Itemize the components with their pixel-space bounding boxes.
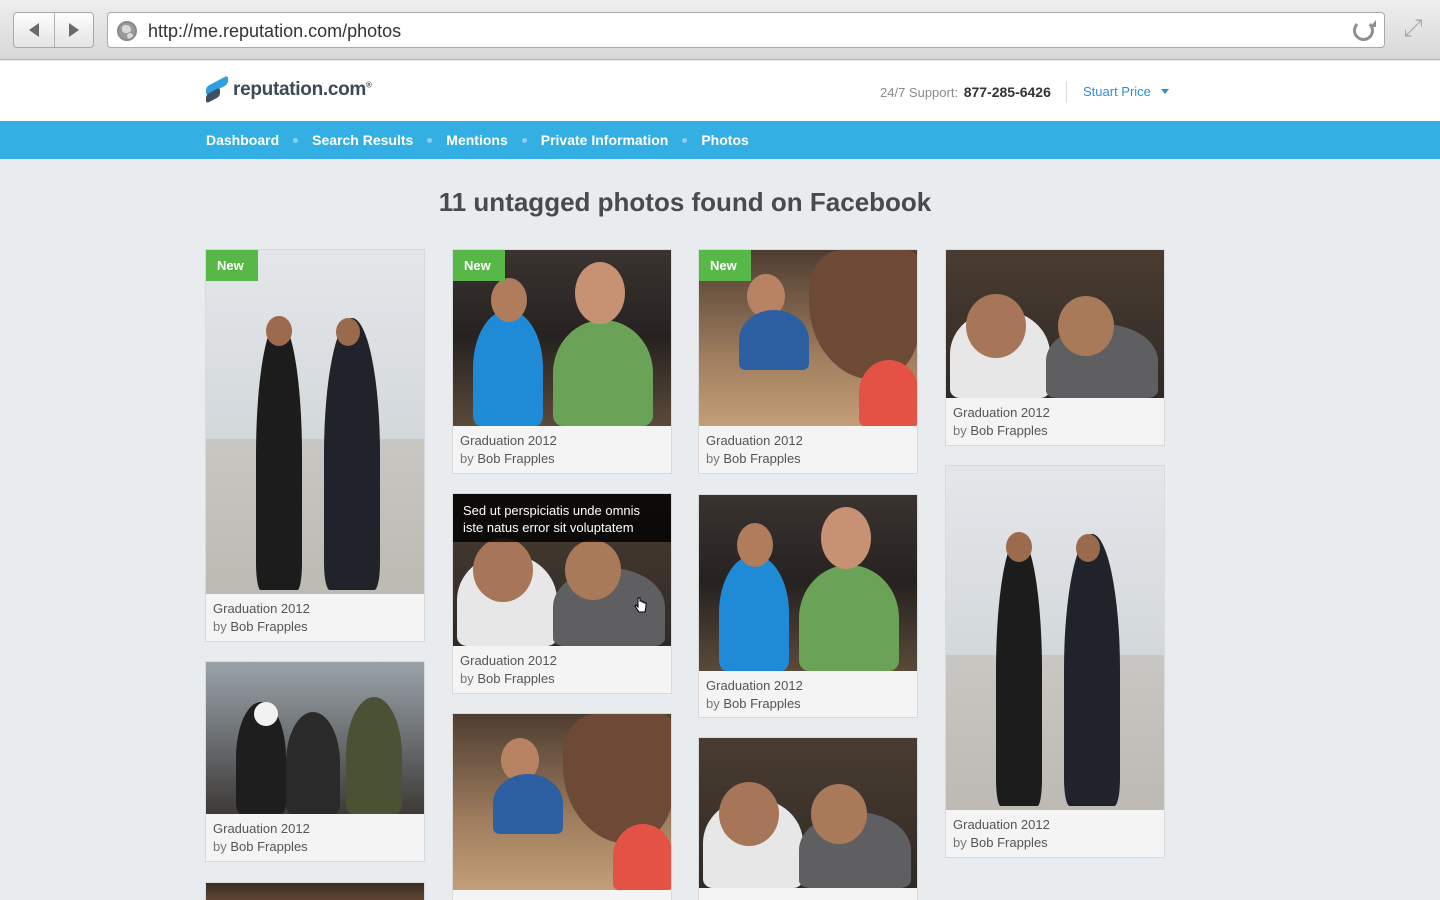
- nav-search-results[interactable]: Search Results: [312, 132, 413, 148]
- photo-author: by Bob Frapples: [953, 835, 1048, 850]
- new-badge: New: [699, 250, 751, 281]
- photo-author: by Bob Frapples: [460, 671, 555, 686]
- photo-title[interactable]: Graduation 2012: [706, 677, 803, 695]
- nav-separator: [427, 137, 433, 143]
- photo-card[interactable]: [452, 713, 672, 900]
- photo-caption: Graduation 2012 by Bob Frapples: [213, 600, 310, 636]
- user-name[interactable]: Stuart Price: [1083, 84, 1151, 99]
- new-badge: New: [453, 250, 505, 281]
- caret-down-icon[interactable]: [1160, 89, 1169, 94]
- header-divider: [1066, 81, 1067, 103]
- photo-card[interactable]: [205, 882, 425, 900]
- nav-separator: [682, 137, 688, 143]
- fullscreen-icon[interactable]: ⤢: [1400, 16, 1426, 42]
- photo-card[interactable]: New Graduation 2012 by Bob Frapples: [452, 249, 672, 474]
- photo-image[interactable]: [946, 250, 1164, 398]
- photo-card[interactable]: Graduation 2012 by Bob Frapples: [698, 494, 918, 718]
- photo-title[interactable]: Graduation 2012: [953, 816, 1050, 834]
- photo-card[interactable]: Sed ut perspiciatis unde omnis iste natu…: [452, 493, 672, 694]
- history-buttons: [13, 12, 94, 48]
- support-info: 24/7 Support: 877-285-6426: [880, 84, 1051, 100]
- photo-caption: Graduation 2012 by Bob Frapples: [953, 816, 1050, 852]
- photo-caption: Graduation 2012 by Bob Frapples: [460, 652, 557, 688]
- photo-image[interactable]: [206, 250, 424, 594]
- photo-caption: Graduation 2012 by Bob Frapples: [706, 432, 803, 468]
- photo-card[interactable]: Graduation 2012 by Bob Frapples: [945, 249, 1165, 446]
- photo-author: by Bob Frapples: [706, 451, 801, 466]
- forward-arrow-icon: [68, 23, 79, 37]
- logo-mark-icon: [205, 75, 229, 104]
- photo-image[interactable]: [946, 466, 1164, 810]
- photo-card[interactable]: Graduation 2012 by Bob Frapples: [945, 465, 1165, 858]
- nav-dashboard[interactable]: Dashboard: [206, 132, 279, 148]
- photo-hover-overlay: Sed ut perspiciatis unde omnis iste natu…: [453, 494, 671, 542]
- photo-caption: Graduation 2012 by Bob Frapples: [213, 820, 310, 856]
- back-button[interactable]: [14, 13, 54, 47]
- photo-image[interactable]: [699, 738, 917, 888]
- nav-private-information[interactable]: Private Information: [541, 132, 669, 148]
- main-nav: Dashboard Search Results Mentions Privat…: [0, 121, 1440, 159]
- photo-image[interactable]: [206, 662, 424, 814]
- browser-toolbar: http://me.reputation.com/photos ⤢: [0, 0, 1440, 60]
- new-badge: New: [206, 250, 258, 281]
- photo-image[interactable]: [453, 714, 671, 890]
- address-bar[interactable]: http://me.reputation.com/photos: [107, 12, 1385, 48]
- photo-card[interactable]: New Graduation 2012 by Bob Frapples: [205, 249, 425, 642]
- logo-text: reputation.com®: [233, 79, 372, 100]
- photo-image[interactable]: [206, 883, 424, 900]
- photo-caption: Graduation 2012 by Bob Frapples: [953, 404, 1050, 440]
- nav-separator: [521, 137, 527, 143]
- photo-author: by Bob Frapples: [460, 451, 555, 466]
- photo-title[interactable]: Graduation 2012: [213, 600, 310, 618]
- page-title: 11 untagged photos found on Facebook: [438, 187, 932, 217]
- photo-caption: Graduation 2012 by Bob Frapples: [706, 677, 803, 713]
- photo-image[interactable]: [699, 495, 917, 671]
- nav-separator: [293, 137, 299, 143]
- photo-title[interactable]: Graduation 2012: [460, 652, 557, 670]
- photo-author: by Bob Frapples: [213, 619, 308, 634]
- photo-title[interactable]: Graduation 2012: [213, 820, 310, 838]
- url-text[interactable]: http://me.reputation.com/photos: [148, 21, 401, 42]
- logo[interactable]: reputation.com®: [205, 75, 372, 104]
- back-arrow-icon: [28, 23, 39, 37]
- photo-title[interactable]: Graduation 2012: [706, 432, 803, 450]
- photo-title[interactable]: Graduation 2012: [460, 432, 557, 450]
- support-label: 24/7 Support:: [880, 85, 959, 100]
- forward-button[interactable]: [53, 13, 94, 47]
- photo-caption: Graduation 2012 by Bob Frapples: [460, 432, 557, 468]
- photo-author: by Bob Frapples: [953, 423, 1048, 438]
- site-header: reputation.com® 24/7 Support: 877-285-64…: [0, 61, 1440, 121]
- hand-cursor-icon: [634, 597, 647, 613]
- nav-mentions[interactable]: Mentions: [446, 132, 507, 148]
- photo-card[interactable]: [698, 737, 918, 900]
- globe-icon: [117, 21, 137, 41]
- nav-photos[interactable]: Photos: [701, 132, 748, 148]
- user-menu[interactable]: Stuart Price: [1083, 84, 1169, 99]
- support-phone[interactable]: 877-285-6426: [964, 84, 1051, 100]
- photo-title[interactable]: Graduation 2012: [953, 404, 1050, 422]
- photo-author: by Bob Frapples: [213, 839, 308, 854]
- photo-author: by Bob Frapples: [706, 696, 801, 711]
- photo-card[interactable]: New Graduation 2012 by Bob Frapples: [698, 249, 918, 474]
- reload-icon[interactable]: [1353, 20, 1376, 41]
- photo-card[interactable]: Graduation 2012 by Bob Frapples: [205, 661, 425, 862]
